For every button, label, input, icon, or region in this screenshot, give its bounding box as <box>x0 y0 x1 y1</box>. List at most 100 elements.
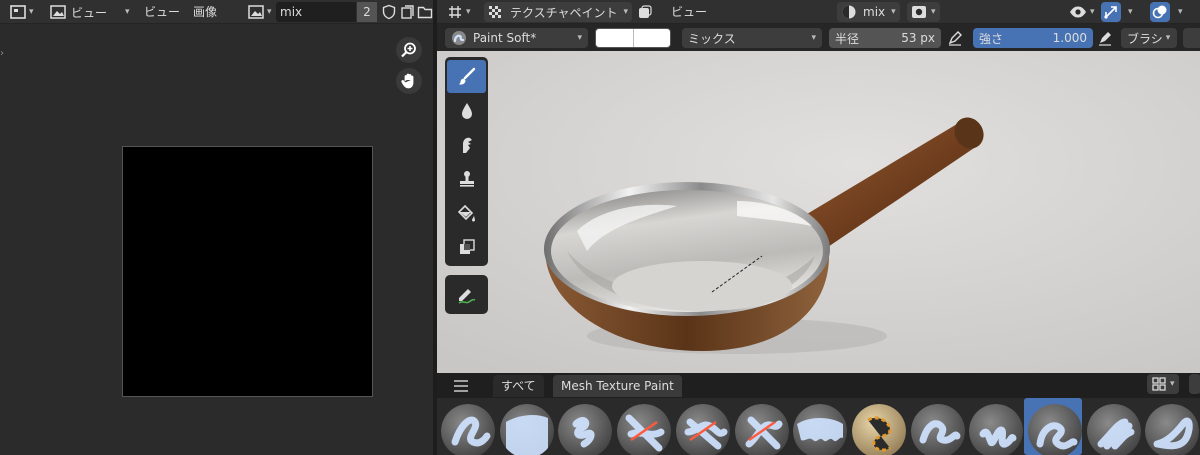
brush-thumbnail-8[interactable] <box>851 404 906 455</box>
brush-thumbnail-7[interactable] <box>793 404 848 455</box>
chevron-down-icon: ▾ <box>1165 33 1171 43</box>
strength-value: 1.000 <box>1052 31 1087 45</box>
zoom-in-icon <box>401 42 416 58</box>
grid-icon <box>1152 377 1166 391</box>
brush-asset-shelf: すべて Mesh Texture Paint ▾ <box>437 373 1200 455</box>
tool-smear[interactable] <box>447 128 486 161</box>
mode-menu[interactable]: テクスチャペイント ▾ <box>484 2 633 22</box>
chevron-down-icon: ▾ <box>1170 379 1175 389</box>
gizmo-menu[interactable]: ▾ <box>1123 2 1135 22</box>
paint-bucket-icon <box>457 204 475 221</box>
texture-paint-icon <box>489 6 501 18</box>
brush-thumbnail-9[interactable] <box>910 404 965 455</box>
3d-viewport-icon <box>449 6 461 18</box>
chevron-down-icon: ▾ <box>1178 7 1183 17</box>
tool-soften[interactable] <box>447 94 486 127</box>
new-image-button[interactable] <box>400 2 416 22</box>
overlay-menu[interactable]: ▾ <box>1173 2 1185 22</box>
pen-pressure-icon <box>948 31 962 46</box>
strength-label: 強さ <box>979 31 1004 46</box>
brush-thumbnail-4[interactable] <box>617 404 672 455</box>
image-name-field[interactable]: mix <box>276 2 356 22</box>
gizmo-toggle[interactable] <box>1101 2 1121 22</box>
radius-pressure-toggle[interactable] <box>941 28 969 48</box>
viewport-header: ▾ テクスチャペイント ▾ ビュー mix ▾ ▾ ▾ ▾ ▾ <box>437 0 1200 24</box>
tool-mask[interactable] <box>447 230 486 263</box>
primary-color-swatch[interactable] <box>595 28 671 48</box>
sidebar-expand-arrow[interactable]: › <box>0 48 7 62</box>
3d-viewport: ▾ テクスチャペイント ▾ ビュー mix ▾ ▾ ▾ ▾ ▾ Paint So… <box>437 0 1200 455</box>
brush-thumbnail-13[interactable] <box>1145 404 1200 455</box>
brush-thumbnail-12[interactable] <box>1086 404 1141 455</box>
brush-thumbnail-3[interactable] <box>558 404 613 455</box>
strength-pressure-toggle[interactable] <box>1093 28 1117 48</box>
duplicate-icon <box>401 5 414 19</box>
strength-field[interactable]: 強さ 1.000 <box>973 28 1093 48</box>
overlay-toggle[interactable] <box>1150 2 1170 22</box>
tool-clone[interactable] <box>447 162 486 195</box>
mask-toggle[interactable] <box>637 2 653 22</box>
tool-fill[interactable] <box>447 196 486 229</box>
tab-mesh-texture-paint[interactable]: Mesh Texture Paint <box>553 375 682 397</box>
chevron-down-icon: ▾ <box>577 33 582 43</box>
brush-grid <box>437 398 1200 455</box>
brush-menu[interactable]: ブラシ ▾ <box>1121 28 1177 48</box>
shelf-options-button[interactable] <box>1189 374 1200 394</box>
brush-thumbnail-1[interactable] <box>441 404 495 455</box>
viewport-scene[interactable] <box>437 51 1200 373</box>
tool-draw[interactable] <box>447 60 486 93</box>
tab-all[interactable]: すべて <box>493 375 544 397</box>
chevron-down-icon: ▾ <box>125 7 130 17</box>
fake-user-button[interactable] <box>381 2 397 22</box>
open-image-button[interactable] <box>417 2 433 22</box>
drop-icon <box>461 102 472 119</box>
shelf-menu-button[interactable] <box>453 379 469 396</box>
chevron-down-icon: ▾ <box>931 7 936 17</box>
gizmo-icon <box>1104 6 1117 19</box>
chevron-down-icon: ▾ <box>891 7 896 17</box>
image-browse-button[interactable]: ▾ <box>244 2 276 22</box>
blend-mode-menu[interactable]: ミックス ▾ <box>682 28 822 48</box>
mask-icon <box>639 5 652 18</box>
view-mode-label: ビュー <box>71 5 108 20</box>
editor-type-menu[interactable]: ▾ <box>443 2 475 22</box>
hamburger-icon <box>454 380 468 392</box>
editor-type-menu[interactable]: ▾ <box>6 2 38 22</box>
visibility-menu[interactable]: ▾ <box>1065 2 1099 22</box>
radius-field[interactable]: 半径 53 px <box>829 28 941 48</box>
eye-icon <box>1070 6 1086 18</box>
user-count-button[interactable]: 2 <box>357 2 377 22</box>
user-count: 2 <box>363 5 371 19</box>
chevron-down-icon: ▾ <box>1128 7 1133 17</box>
image-editor: ▾ ビュー ▾ ビュー 画像 ▾ mix 2 › <box>0 0 433 455</box>
brush-thumbnail-2[interactable] <box>499 404 554 455</box>
zoom-button[interactable] <box>396 37 422 63</box>
menu-view[interactable]: ビュー <box>144 2 180 22</box>
image-name: mix <box>280 5 303 19</box>
view-mode-menu[interactable]: ビュー ▾ <box>46 2 134 22</box>
annotate-shelf <box>445 275 488 314</box>
menu-view[interactable]: ビュー <box>671 2 707 22</box>
radius-label: 半径 <box>835 31 860 46</box>
tool-settings-bar: Paint Soft* ▾ ミックス ▾ 半径 53 px 強さ 1.000 ブ… <box>437 24 1200 51</box>
brush-thumbnail-6[interactable] <box>734 404 789 455</box>
display-size-menu[interactable]: ▾ <box>1147 374 1179 394</box>
tool-annotate[interactable] <box>447 278 486 311</box>
tool-shelf <box>445 57 488 266</box>
pan-button[interactable] <box>396 68 422 94</box>
menu-image[interactable]: 画像 <box>193 2 217 22</box>
brush-selector[interactable]: Paint Soft* ▾ <box>445 28 588 48</box>
image-canvas[interactable] <box>122 146 373 397</box>
texture-slot-menu[interactable]: mix ▾ <box>837 2 900 22</box>
shading-sphere-icon <box>842 5 856 19</box>
chevron-down-icon: ▾ <box>1090 7 1095 17</box>
stencil-icon <box>912 6 926 18</box>
brush-thumbnail-10[interactable] <box>969 404 1024 455</box>
brush-thumbnail-11[interactable] <box>1028 404 1082 455</box>
stencil-menu[interactable]: ▾ <box>907 2 940 22</box>
color-swatch-left[interactable] <box>596 29 634 47</box>
texture-slot-label: mix <box>863 5 886 19</box>
more-settings-button[interactable] <box>1183 28 1200 48</box>
brush-icon <box>458 67 475 85</box>
brush-thumbnail-5[interactable] <box>675 404 730 455</box>
